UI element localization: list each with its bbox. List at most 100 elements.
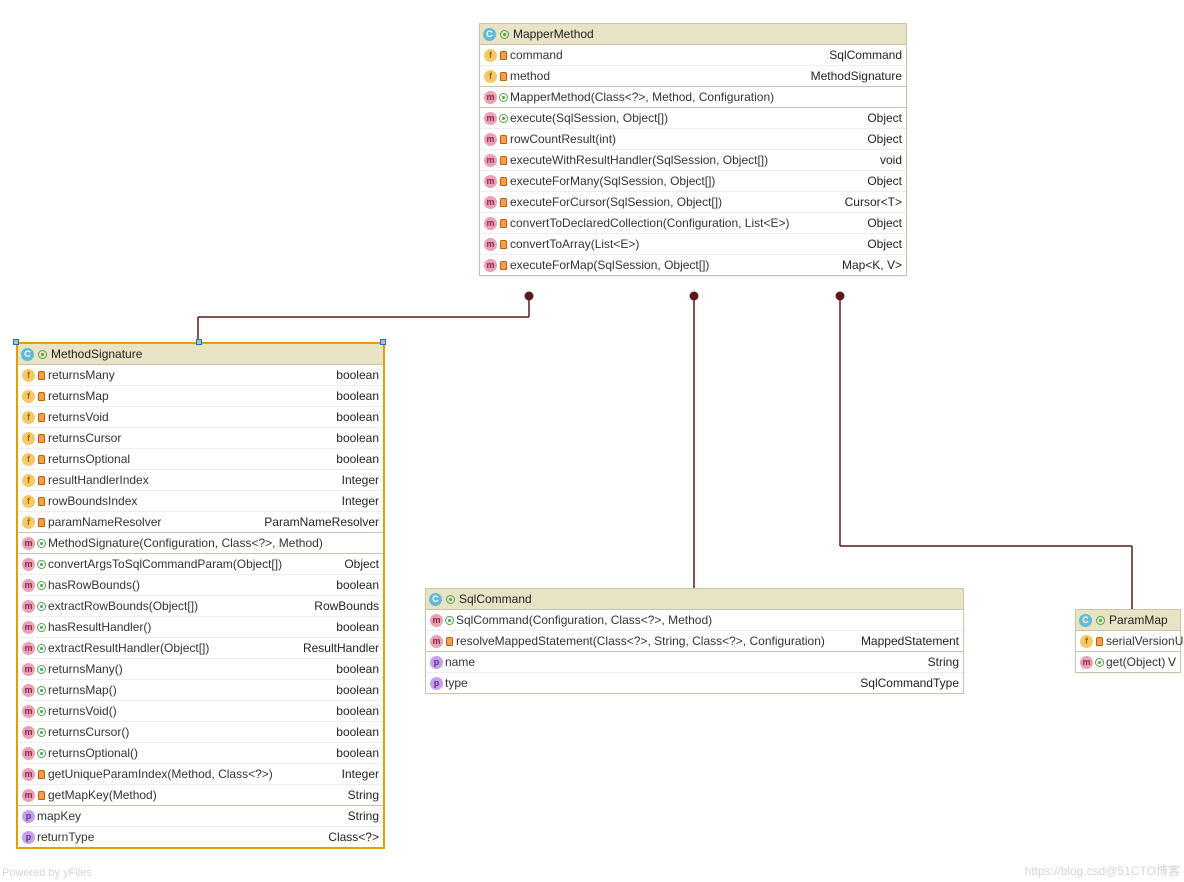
member-type: Object <box>344 557 379 571</box>
member-row[interactable]: mgetUniqueParamIndex(Method, Class<?>)In… <box>18 763 383 784</box>
class-header: C MethodSignature <box>18 344 383 365</box>
public-icon <box>37 749 46 758</box>
member-row[interactable]: fparamNameResolverParamNameResolver <box>18 511 383 532</box>
member-name: convertToDeclaredCollection(Configuratio… <box>510 216 789 230</box>
method-icon: m <box>484 217 497 230</box>
member-row[interactable]: mhasRowBounds()boolean <box>18 574 383 595</box>
member-row[interactable]: mMethodSignature(Configuration, Class<?>… <box>18 533 383 553</box>
member-name: MethodSignature(Configuration, Class<?>,… <box>48 536 323 550</box>
member-row[interactable]: freturnsVoidboolean <box>18 406 383 427</box>
method-icon: m <box>22 600 35 613</box>
field-icon: f <box>22 432 35 445</box>
class-ParamMap[interactable]: C ParamMap fserialVersionUIDlong mget(Ob… <box>1075 609 1181 673</box>
public-icon <box>37 686 46 695</box>
member-type: Cursor<T> <box>845 195 902 209</box>
member-row[interactable]: mconvertArgsToSqlCommandParam(Object[])O… <box>18 554 383 574</box>
member-row[interactable]: mextractResultHandler(Object[])ResultHan… <box>18 637 383 658</box>
member-type: boolean <box>336 431 379 445</box>
member-row[interactable]: pnameString <box>426 652 963 672</box>
member-type: boolean <box>336 620 379 634</box>
member-row[interactable]: freturnsCursorboolean <box>18 427 383 448</box>
public-icon <box>500 30 509 39</box>
member-name: executeForMany(SqlSession, Object[]) <box>510 174 715 188</box>
class-MapperMethod[interactable]: C MapperMethod fcommandSqlCommandfmethod… <box>479 23 907 276</box>
method-icon: m <box>22 558 35 571</box>
member-row[interactable]: fresultHandlerIndexInteger <box>18 469 383 490</box>
member-row[interactable]: mextractRowBounds(Object[])RowBounds <box>18 595 383 616</box>
public-icon <box>499 93 508 102</box>
member-row[interactable]: freturnsManyboolean <box>18 365 383 385</box>
private-icon <box>37 434 46 443</box>
member-row[interactable]: mMapperMethod(Class<?>, Method, Configur… <box>480 87 906 107</box>
member-row[interactable]: mexecuteForMany(SqlSession, Object[])Obj… <box>480 170 906 191</box>
member-type: void <box>880 153 902 167</box>
member-name: command <box>510 48 563 62</box>
member-row[interactable]: mget(Object)V <box>1076 652 1180 672</box>
uml-canvas[interactable]: C MapperMethod fcommandSqlCommandfmethod… <box>0 0 1184 882</box>
member-name: returnsCursor() <box>48 725 129 739</box>
member-name: returnsMany <box>48 368 115 382</box>
class-SqlCommand[interactable]: C SqlCommand mSqlCommand(Configuration, … <box>425 588 964 694</box>
member-type: V <box>1168 655 1176 669</box>
member-type: String <box>348 788 379 802</box>
member-type: MappedStatement <box>861 634 959 648</box>
member-row[interactable]: mexecute(SqlSession, Object[])Object <box>480 108 906 128</box>
member-row[interactable]: mreturnsVoid()boolean <box>18 700 383 721</box>
member-name: executeForMap(SqlSession, Object[]) <box>510 258 709 272</box>
class-MethodSignature[interactable]: C MethodSignature freturnsManybooleanfre… <box>16 342 385 849</box>
member-row[interactable]: mrowCountResult(int)Object <box>480 128 906 149</box>
member-type: boolean <box>336 389 379 403</box>
member-row[interactable]: freturnsOptionalboolean <box>18 448 383 469</box>
member-row[interactable]: mexecuteForMap(SqlSession, Object[])Map<… <box>480 254 906 275</box>
selection-handle[interactable] <box>196 339 202 345</box>
private-icon <box>499 261 508 270</box>
method-icon: m <box>22 579 35 592</box>
class-icon: C <box>429 593 442 606</box>
class-header: C ParamMap <box>1076 610 1180 631</box>
member-type: Integer <box>342 473 379 487</box>
member-row[interactable]: m convertToDeclaredCollection(Configurati… <box>480 212 906 233</box>
public-icon <box>445 616 454 625</box>
method-icon: m <box>484 112 497 125</box>
member-type: MethodSignature <box>811 69 902 83</box>
public-icon <box>38 350 47 359</box>
member-row[interactable]: mexecuteWithResultHandler(SqlSession, Ob… <box>480 149 906 170</box>
member-row[interactable]: fmethodMethodSignature <box>480 65 906 86</box>
member-row[interactable]: mresolveMappedStatement(Class<?>, String… <box>426 630 963 651</box>
member-row[interactable]: mSqlCommand(Configuration, Class<?>, Met… <box>426 610 963 630</box>
member-name: execute(SqlSession, Object[]) <box>510 111 668 125</box>
class-name: ParamMap <box>1109 613 1168 627</box>
public-icon <box>37 707 46 716</box>
private-icon <box>37 371 46 380</box>
member-row[interactable]: mreturnsCursor()boolean <box>18 721 383 742</box>
member-name: extractResultHandler(Object[]) <box>48 641 209 655</box>
member-row[interactable]: mconvertToArray(List<E>)Object <box>480 233 906 254</box>
selection-handle[interactable] <box>13 339 19 345</box>
private-icon <box>499 177 508 186</box>
member-row[interactable]: mreturnsMany()boolean <box>18 658 383 679</box>
member-row[interactable]: mhasResultHandler()boolean <box>18 616 383 637</box>
member-row[interactable]: mgetMapKey(Method)String <box>18 784 383 805</box>
member-type: Integer <box>342 767 379 781</box>
member-row[interactable]: fserialVersionUIDlong <box>1076 631 1180 651</box>
private-icon <box>37 497 46 506</box>
member-row[interactable]: ptypeSqlCommandType <box>426 672 963 693</box>
member-row[interactable]: pmapKeyString <box>18 806 383 826</box>
class-icon: C <box>483 28 496 41</box>
member-row[interactable]: preturnTypeClass<?> <box>18 826 383 847</box>
member-row[interactable]: freturnsMapboolean <box>18 385 383 406</box>
selection-handle[interactable] <box>380 339 386 345</box>
member-name: executeWithResultHandler(SqlSession, Obj… <box>510 153 768 167</box>
member-type: boolean <box>336 452 379 466</box>
member-row[interactable]: fcommandSqlCommand <box>480 45 906 65</box>
member-type: boolean <box>336 662 379 676</box>
member-row[interactable]: mreturnsOptional()boolean <box>18 742 383 763</box>
method-icon: m <box>484 259 497 272</box>
method-icon: m <box>430 614 443 627</box>
member-type: boolean <box>336 683 379 697</box>
method-icon: m <box>22 663 35 676</box>
member-row[interactable]: frowBoundsIndexInteger <box>18 490 383 511</box>
member-type: boolean <box>336 725 379 739</box>
member-row[interactable]: mexecuteForCursor(SqlSession, Object[])C… <box>480 191 906 212</box>
member-row[interactable]: mreturnsMap()boolean <box>18 679 383 700</box>
